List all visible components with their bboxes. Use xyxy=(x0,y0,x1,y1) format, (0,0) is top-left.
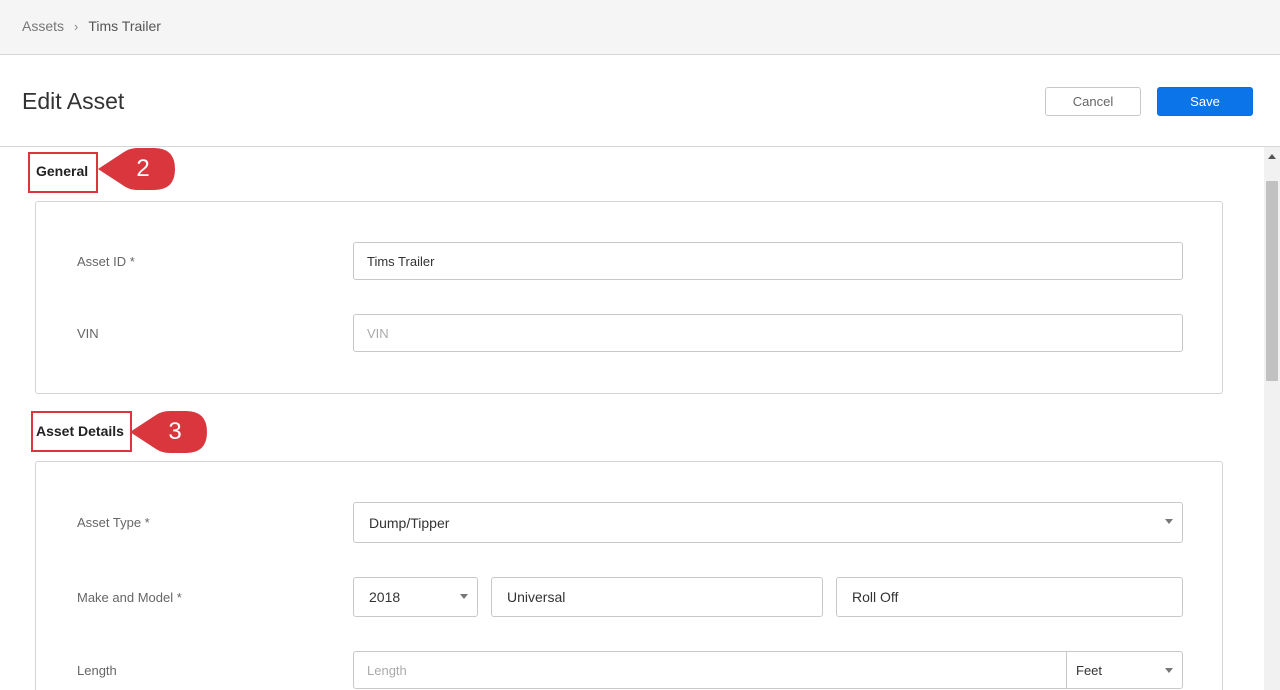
breadcrumb: Assets › Tims Trailer xyxy=(22,18,161,34)
general-card: Asset ID * Tims Trailer VIN VIN xyxy=(35,201,1223,394)
length-unit-value: Feet xyxy=(1076,662,1103,678)
vin-label: VIN xyxy=(77,326,99,341)
length-field-group: Length Feet xyxy=(353,651,1183,689)
make-input[interactable]: Universal xyxy=(491,577,823,617)
breadcrumb-assets-link[interactable]: Assets xyxy=(22,18,64,34)
scrollbar-thumb[interactable] xyxy=(1266,181,1278,381)
breadcrumb-separator-icon: › xyxy=(74,18,79,34)
callout-2-marker: 2 xyxy=(98,147,176,191)
callout-3-marker: 3 xyxy=(130,410,208,454)
page-header: Edit Asset Cancel Save xyxy=(0,55,1280,147)
cancel-button[interactable]: Cancel xyxy=(1045,87,1141,116)
breadcrumb-bar: Assets › Tims Trailer xyxy=(0,0,1280,55)
form-content: General 2 Asset ID * Tims Trailer VIN VI… xyxy=(0,147,1264,690)
vertical-scrollbar[interactable] xyxy=(1264,147,1280,690)
year-value: 2018 xyxy=(369,589,401,605)
vin-input[interactable]: VIN xyxy=(353,314,1183,352)
breadcrumb-current: Tims Trailer xyxy=(88,18,161,34)
asset-details-card: Asset Type * Dump/Tipper Make and Model … xyxy=(35,461,1223,690)
callout-3-number: 3 xyxy=(168,418,182,445)
asset-type-label: Asset Type * xyxy=(77,515,150,530)
length-label: Length xyxy=(77,663,117,678)
general-section-title: General xyxy=(36,163,89,179)
asset-id-label: Asset ID * xyxy=(77,254,135,269)
asset-type-select[interactable]: Dump/Tipper xyxy=(353,502,1183,543)
year-select[interactable]: 2018 xyxy=(353,577,478,617)
chevron-down-icon xyxy=(460,594,468,599)
make-model-label: Make and Model * xyxy=(77,590,182,605)
asset-details-section-title: Asset Details xyxy=(36,423,124,439)
model-input[interactable]: Roll Off xyxy=(836,577,1183,617)
save-button[interactable]: Save xyxy=(1157,87,1253,116)
chevron-down-icon xyxy=(1165,668,1173,673)
asset-id-input[interactable]: Tims Trailer xyxy=(353,242,1183,280)
length-unit-select[interactable]: Feet xyxy=(1067,652,1182,688)
asset-type-value: Dump/Tipper xyxy=(369,514,450,531)
length-input[interactable]: Length xyxy=(354,652,1067,688)
scroll-up-arrow-icon[interactable] xyxy=(1264,149,1280,163)
page-title: Edit Asset xyxy=(22,88,125,114)
chevron-down-icon xyxy=(1165,519,1173,524)
callout-2-number: 2 xyxy=(136,155,150,182)
